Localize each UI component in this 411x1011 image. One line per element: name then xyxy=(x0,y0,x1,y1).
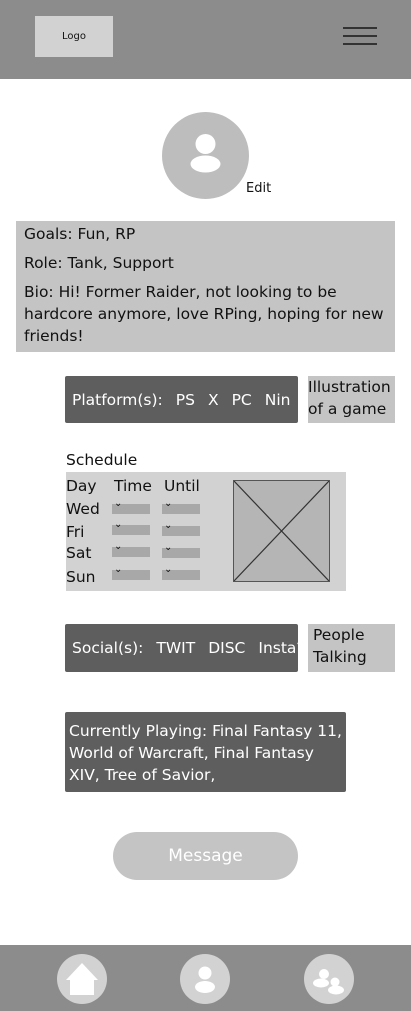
socials-bar: Social(s): TWIT DISC Insta? xyxy=(65,624,305,672)
schedule-day-wed: Wed xyxy=(66,500,100,518)
placeholder-cross-icon xyxy=(233,480,330,582)
sat-time-dropdown[interactable] xyxy=(112,541,150,557)
fri-until-dropdown[interactable] xyxy=(162,520,200,536)
schedule-header-day: Day xyxy=(66,477,97,495)
nav-profile-button[interactable] xyxy=(180,954,230,1004)
platforms-bar: Platform(s): PS X PC Nin xyxy=(65,376,298,423)
nav-home-button[interactable] xyxy=(57,954,107,1004)
profile-info-box: Goals: Fun, RP Role: Tank, Support Bio: … xyxy=(16,221,395,352)
fri-time-dropdown[interactable] xyxy=(112,519,150,535)
sun-until-dropdown[interactable] xyxy=(162,564,200,580)
social-twit[interactable]: TWIT xyxy=(156,639,195,657)
wed-until-dropdown[interactable] xyxy=(162,498,200,514)
logo[interactable]: Logo xyxy=(35,16,113,57)
edit-profile-link[interactable]: Edit xyxy=(246,181,271,196)
chat-icon xyxy=(313,969,344,995)
platform-x[interactable]: X xyxy=(208,391,219,409)
image-placeholder xyxy=(233,480,330,582)
sun-time-dropdown[interactable] xyxy=(112,564,150,580)
platforms-label: Platform(s): xyxy=(72,390,163,409)
game-illustration-placeholder: Illustration of a game xyxy=(308,376,395,423)
schedule-day-sat: Sat xyxy=(66,544,92,562)
platform-ps[interactable]: PS xyxy=(176,391,195,409)
bio-text: Bio: Hi! Former Raider, not looking to b… xyxy=(24,283,384,345)
user-icon xyxy=(190,134,221,173)
social-disc[interactable]: DISC xyxy=(208,639,245,657)
top-bar: Logo xyxy=(0,0,411,79)
message-button[interactable]: Message xyxy=(113,832,298,880)
sat-until-dropdown[interactable] xyxy=(162,542,200,558)
wed-time-dropdown[interactable] xyxy=(112,498,150,514)
goals-text: Goals: Fun, RP xyxy=(24,225,136,243)
schedule-day-sun: Sun xyxy=(66,568,96,586)
avatar xyxy=(162,112,249,199)
schedule-header-until: Until xyxy=(164,477,200,495)
currently-playing-box: Currently Playing: Final Fantasy 11, Wor… xyxy=(65,712,346,792)
nav-chat-button[interactable] xyxy=(304,954,354,1004)
bottom-nav xyxy=(0,945,411,1011)
people-talking-placeholder: People Talking xyxy=(308,624,395,672)
profile-icon xyxy=(195,966,215,993)
role-text: Role: Tank, Support xyxy=(24,254,174,272)
schedule-title: Schedule xyxy=(66,451,138,469)
schedule-header-time: Time xyxy=(114,477,152,495)
schedule-panel: Day Time Until Wed Fri Sat Sun xyxy=(66,472,346,591)
social-insta[interactable]: Insta? xyxy=(258,639,304,657)
platform-nin[interactable]: Nin xyxy=(265,391,291,409)
socials-label: Social(s): xyxy=(72,639,144,657)
platform-pc[interactable]: PC xyxy=(232,391,252,409)
hamburger-menu-icon[interactable] xyxy=(343,24,377,48)
home-icon xyxy=(66,963,98,995)
schedule-day-fri: Fri xyxy=(66,523,85,541)
